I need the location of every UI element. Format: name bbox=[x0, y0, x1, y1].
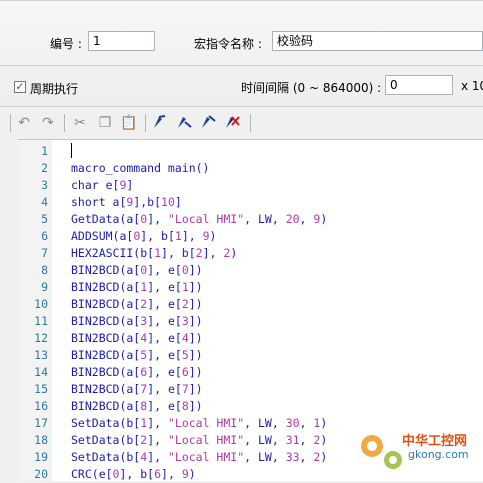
code-text: BIN2BCD(a[7], e[7]) bbox=[71, 382, 203, 396]
toolbar-separator bbox=[145, 114, 146, 132]
code-text: HEX2ASCII(b[1], b[2], 2) bbox=[71, 246, 238, 260]
number-input[interactable]: 1 bbox=[88, 31, 155, 51]
line-number: 2 bbox=[41, 161, 48, 175]
copy-icon[interactable]: ❐ bbox=[95, 113, 115, 133]
editor-toolbar: ↶ ↷ ✂ ❐ 📋 bbox=[0, 108, 483, 138]
toolbar-separator bbox=[64, 114, 65, 132]
line-number: 14 bbox=[34, 365, 48, 379]
code-text: SetData(b[4], "Local HMI", LW, 33, 2) bbox=[71, 450, 328, 464]
code-text: BIN2BCD(a[4], e[4]) bbox=[71, 331, 203, 345]
number-label: 编号 : bbox=[50, 37, 82, 51]
line-number: 4 bbox=[41, 195, 48, 209]
line-number: 17 bbox=[34, 416, 48, 430]
watermark-logo: 中华工控网 gkong.com bbox=[350, 424, 483, 480]
code-text: SetData(b[1], "Local HMI", LW, 30, 1) bbox=[71, 416, 328, 430]
watermark-title: 中华工控网 bbox=[402, 434, 468, 449]
bookmark-icon[interactable] bbox=[150, 113, 170, 133]
macro-name-label: 宏指令名称 : bbox=[194, 37, 262, 51]
code-text: short a[9],b[10] bbox=[71, 195, 182, 209]
line-number: 16 bbox=[34, 399, 48, 413]
code-text: macro_command main() bbox=[71, 161, 210, 175]
interval-label: 时间间隔 (0 ~ 864000) : bbox=[241, 81, 382, 95]
bookmark-prev-icon[interactable] bbox=[198, 113, 218, 133]
code-text: BIN2BCD(a[1], e[1]) bbox=[71, 280, 203, 294]
code-text: BIN2BCD(a[3], e[3]) bbox=[71, 314, 203, 328]
code-text: char e[9] bbox=[71, 178, 134, 192]
toolbar-top-border bbox=[0, 106, 483, 107]
toolbar-separator bbox=[10, 114, 11, 132]
code-text: BIN2BCD(a[5], e[5]) bbox=[71, 348, 203, 362]
cut-icon[interactable]: ✂ bbox=[70, 113, 90, 133]
redo-icon[interactable]: ↷ bbox=[38, 113, 58, 133]
code-text: BIN2BCD(a[8], e[8]) bbox=[71, 399, 203, 413]
line-number: 5 bbox=[41, 212, 48, 226]
interval-input[interactable]: 0 bbox=[385, 75, 453, 95]
interval-unit: x 10 bbox=[461, 79, 483, 93]
periodic-checkbox[interactable]: ✓ bbox=[14, 81, 26, 93]
undo-icon[interactable]: ↶ bbox=[14, 113, 34, 133]
toolbar-separator bbox=[250, 114, 251, 132]
code-text: ADDSUM(a[0], b[1], 9) bbox=[71, 229, 217, 243]
bookmark-clear-icon[interactable] bbox=[222, 113, 242, 133]
text-caret bbox=[71, 143, 72, 158]
line-number: 19 bbox=[34, 450, 48, 464]
line-number: 12 bbox=[34, 331, 48, 345]
line-number: 10 bbox=[34, 297, 48, 311]
macro-name-input[interactable]: 校验码 bbox=[272, 31, 483, 51]
line-number: 8 bbox=[41, 263, 48, 277]
top-border bbox=[0, 0, 483, 1]
line-number: 7 bbox=[41, 246, 48, 260]
line-number: 18 bbox=[34, 433, 48, 447]
line-number: 3 bbox=[41, 178, 48, 192]
code-text: CRC(e[0], b[6], 9) bbox=[71, 467, 196, 481]
code-text: BIN2BCD(a[2], e[2]) bbox=[71, 297, 203, 311]
line-number: 1 bbox=[41, 144, 48, 158]
line-number: 13 bbox=[34, 348, 48, 362]
code-text: GetData(a[0], "Local HMI", LW, 20, 9) bbox=[71, 212, 328, 226]
code-text: BIN2BCD(a[0], e[0]) bbox=[71, 263, 203, 277]
watermark-url: gkong.com bbox=[408, 448, 469, 461]
divider bbox=[0, 65, 483, 66]
periodic-label: 周期执行 bbox=[30, 82, 79, 96]
line-number: 9 bbox=[41, 280, 48, 294]
paste-icon[interactable]: 📋 bbox=[119, 113, 139, 133]
line-number: 20 bbox=[34, 467, 48, 481]
line-number: 15 bbox=[34, 382, 48, 396]
line-number: 11 bbox=[34, 314, 48, 328]
line-number: 6 bbox=[41, 229, 48, 243]
code-text: SetData(b[2], "Local HMI", LW, 31, 2) bbox=[71, 433, 328, 447]
code-text: BIN2BCD(a[6], e[6]) bbox=[71, 365, 203, 379]
bookmark-next-icon[interactable] bbox=[174, 113, 194, 133]
